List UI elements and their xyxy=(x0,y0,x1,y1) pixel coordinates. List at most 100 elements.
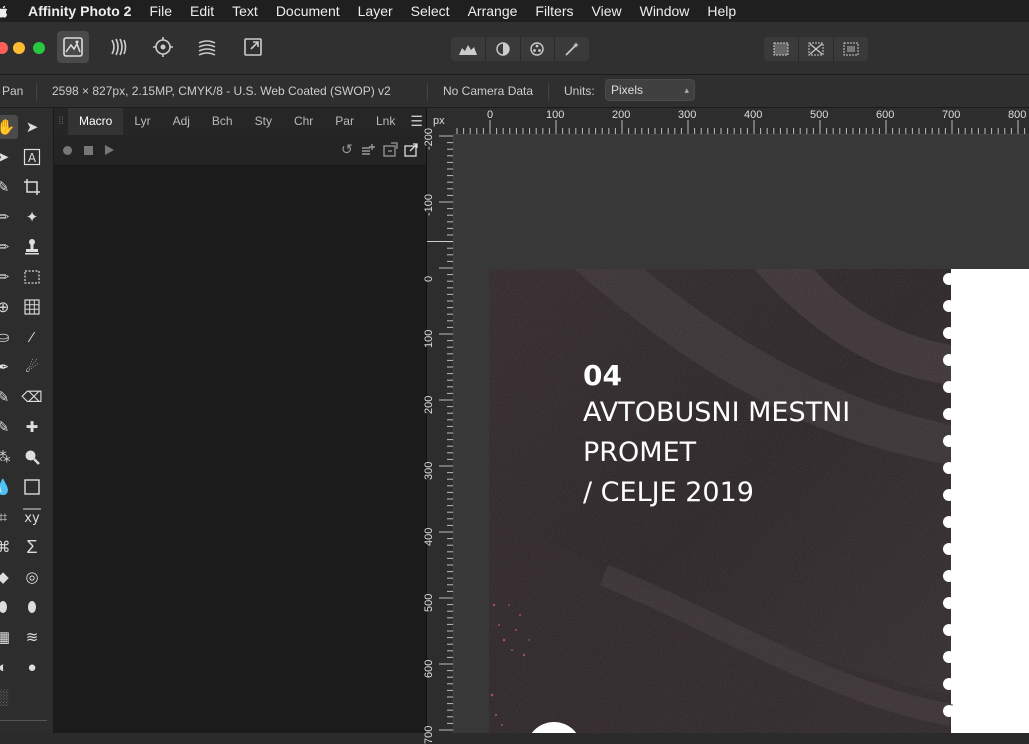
levels-button[interactable] xyxy=(451,37,486,61)
paint-brush-tool-button[interactable]: ✏ xyxy=(0,235,15,259)
export-persona-button[interactable] xyxy=(237,31,269,63)
bandage-icon: ✚ xyxy=(25,419,39,436)
color-picker-tool-button[interactable]: ✎ xyxy=(0,175,15,199)
menu-filters[interactable]: Filters xyxy=(535,3,573,19)
sphere-tool-button[interactable]: ◐ xyxy=(0,655,15,679)
import-macro-icon[interactable] xyxy=(382,142,398,158)
export-macro-icon[interactable] xyxy=(403,142,419,158)
tab-adjustments[interactable]: Adj xyxy=(162,108,201,135)
patch-tool-button[interactable]: ✎ xyxy=(0,415,15,439)
artistic-text-tool-button[interactable]: A xyxy=(20,145,44,169)
fill-tool-button[interactable]: ⛀ xyxy=(0,325,15,349)
invert-selection-button[interactable] xyxy=(834,37,868,61)
healing-brush-tool-button[interactable]: ✎ xyxy=(0,385,15,409)
menu-edit[interactable]: Edit xyxy=(190,3,214,19)
menu-app-name[interactable]: Affinity Photo 2 xyxy=(28,3,131,19)
ruler-label-800: 800 xyxy=(1008,109,1027,121)
play-icon[interactable] xyxy=(105,145,114,155)
menu-file[interactable]: File xyxy=(149,3,172,19)
units-select[interactable]: Pixels ▴▾ xyxy=(605,79,695,115)
menu-help[interactable]: Help xyxy=(707,3,736,19)
selection-full-icon xyxy=(773,42,789,56)
shape-tool-button[interactable]: ◆ xyxy=(0,565,15,589)
blemish-removal-tool-button[interactable]: ✚ xyxy=(20,415,44,439)
perspective-tool-button[interactable] xyxy=(20,295,44,319)
view-tool-button[interactable]: ✋ xyxy=(0,115,18,139)
rectangle-tool-button[interactable] xyxy=(20,475,44,499)
spiral-tool-button[interactable]: ◎ xyxy=(20,565,44,589)
flood-select-tool-button[interactable]: ✦ xyxy=(20,205,44,229)
tab-layers[interactable]: Lyr xyxy=(123,108,161,135)
tab-links[interactable]: Lnk xyxy=(365,108,406,135)
gradient-tool-button[interactable]: ⁄ xyxy=(20,325,44,349)
coordinate-tool-button[interactable]: xy xyxy=(20,505,44,529)
photo-persona-button[interactable] xyxy=(57,31,89,63)
grain-tool-button[interactable]: ▦ xyxy=(0,625,15,649)
undo-icon[interactable]: ↺ xyxy=(341,141,353,158)
deselect-button[interactable] xyxy=(799,37,834,61)
tab-styles[interactable]: Sty xyxy=(244,108,283,135)
tab-paragraph[interactable]: Par xyxy=(324,108,365,135)
document-canvas[interactable]: 04 AVTOBUSNI MESTNI PROMET / CELJE 2019 xyxy=(454,135,1029,733)
zoom-tool-button[interactable] xyxy=(20,445,44,469)
window-zoom-button[interactable] xyxy=(33,42,45,54)
divider xyxy=(0,720,47,721)
vertical-ruler-ticks xyxy=(439,135,453,731)
extra-tool-button[interactable]: ░ xyxy=(0,685,15,709)
dodge-tool-button[interactable]: ✒ xyxy=(0,355,15,379)
selection-brush-tool-button[interactable]: ✏ xyxy=(0,205,15,229)
perforation-hole xyxy=(943,597,955,609)
ball-icon: ● xyxy=(27,658,37,676)
tab-character[interactable]: Chr xyxy=(283,108,324,135)
menu-view[interactable]: View xyxy=(592,3,622,19)
tab-brushes[interactable]: Bch xyxy=(201,108,244,135)
sharpen-tool-button[interactable]: ⬮ xyxy=(20,595,44,619)
move-tool-button[interactable]: ➤ xyxy=(20,115,44,139)
smudge-tool-button[interactable]: ☄ xyxy=(20,355,44,379)
menu-layer[interactable]: Layer xyxy=(358,3,393,19)
mesh-warp-tool-button[interactable]: ⊕ xyxy=(0,295,15,319)
shape-icon: ◆ xyxy=(0,569,9,586)
menu-window[interactable]: Window xyxy=(640,3,690,19)
develop-persona-button[interactable] xyxy=(147,31,179,63)
rectangular-marquee-tool-button[interactable] xyxy=(20,265,44,289)
auto-white-balance-button[interactable] xyxy=(555,37,589,61)
perforation-hole xyxy=(943,624,955,636)
menu-select[interactable]: Select xyxy=(411,3,450,19)
clone-brush-tool-button[interactable] xyxy=(20,235,44,259)
select-all-button[interactable] xyxy=(764,37,799,61)
tab-macro[interactable]: Macro xyxy=(68,108,124,135)
node-pointer-icon: ➤ xyxy=(0,149,10,166)
mesh-tool-button[interactable]: ⌘ xyxy=(0,535,15,559)
eraser-tool-button[interactable]: ⌫ xyxy=(20,385,44,409)
burn-tool-button[interactable]: 💧 xyxy=(0,475,15,499)
auto-contrast-button[interactable] xyxy=(486,37,521,61)
marquee-icon xyxy=(24,270,40,284)
menu-text[interactable]: Text xyxy=(232,3,258,19)
node-tool-button[interactable]: ➤ xyxy=(0,145,15,169)
apple-icon[interactable] xyxy=(0,0,8,22)
add-to-library-icon[interactable] xyxy=(360,142,376,158)
histogram-icon xyxy=(458,45,477,55)
crop-tool-button[interactable] xyxy=(20,175,44,199)
warp-tool-button[interactable]: ⌗ xyxy=(0,505,15,529)
sum-tool-button[interactable]: Σ xyxy=(20,535,44,559)
crop-icon xyxy=(24,179,40,195)
menu-document[interactable]: Document xyxy=(276,3,340,19)
record-icon[interactable] xyxy=(63,146,72,155)
red-eye-tool-button[interactable]: ⁂ xyxy=(0,445,15,469)
auto-colors-button[interactable] xyxy=(521,37,556,61)
erase-brush-tool-button[interactable]: ✏ xyxy=(0,265,15,289)
panel-grip-icon[interactable]: ⁞⁞ xyxy=(54,116,68,127)
panel-menu-icon[interactable]: ☰ xyxy=(410,113,423,130)
blur-tool-button[interactable]: ⬮ xyxy=(0,595,15,619)
selection-clear-icon xyxy=(808,42,824,56)
window-minimize-button[interactable] xyxy=(13,42,25,54)
wave-tool-button[interactable]: ≋ xyxy=(20,625,44,649)
ball-tool-button[interactable]: ● xyxy=(20,655,44,679)
tone-mapping-persona-button[interactable] xyxy=(191,31,223,63)
sigma-icon: Σ xyxy=(26,536,38,557)
menu-arrange[interactable]: Arrange xyxy=(468,3,518,19)
stop-icon[interactable] xyxy=(84,146,93,155)
liquify-persona-button[interactable] xyxy=(102,31,134,63)
